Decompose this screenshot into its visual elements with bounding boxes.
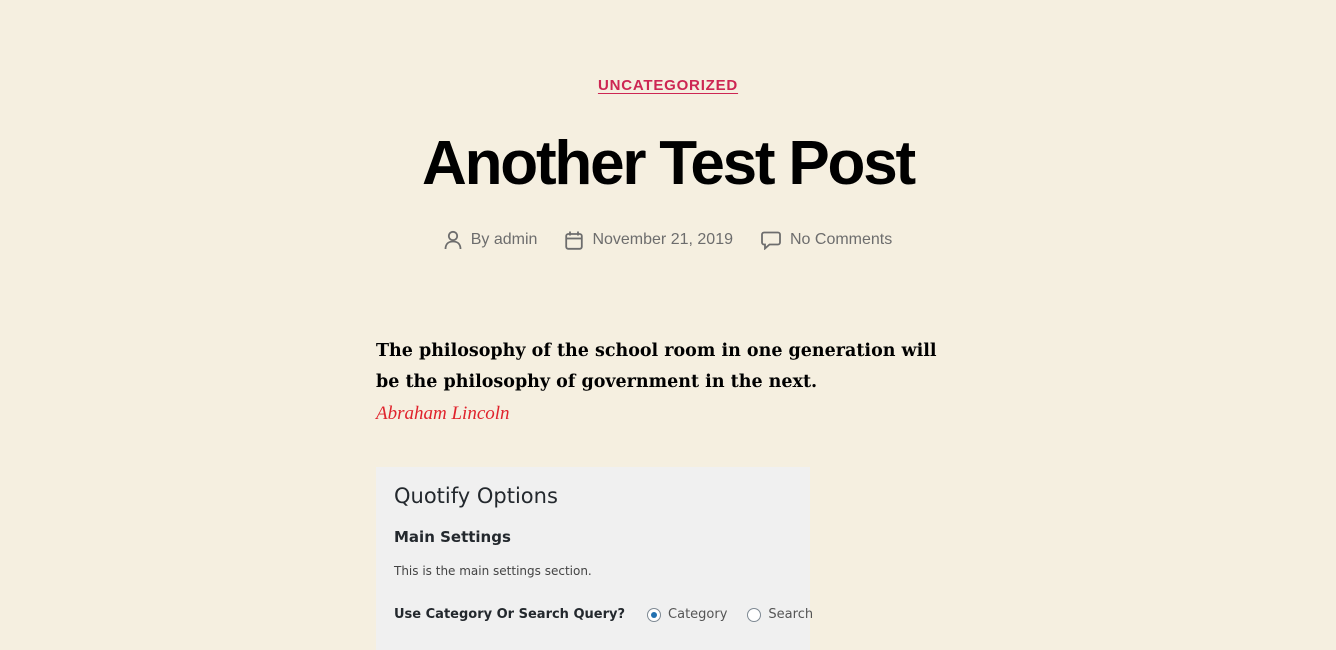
radio-option-category[interactable]: Category: [647, 606, 727, 624]
post-author: By admin: [444, 230, 538, 250]
quotify-options-panel: Quotify Options Main Settings This is th…: [376, 467, 813, 650]
quote-text: The philosophy of the school room in one…: [376, 341, 937, 392]
author-link[interactable]: By admin: [471, 231, 538, 249]
section-title: Main Settings: [394, 528, 511, 546]
post-meta: By admin November 21, 2019 No Comments: [0, 230, 1336, 250]
radio-option-search[interactable]: Search: [747, 606, 813, 624]
category-link[interactable]: UNCATEGORIZED: [598, 77, 738, 94]
post-date: November 21, 2019: [565, 231, 733, 250]
radio-label-category: Category: [668, 607, 728, 622]
query-type-field: Use Category Or Search Query? Category S…: [394, 606, 813, 624]
user-icon: [444, 230, 462, 250]
comment-bubble-icon: [761, 231, 781, 250]
category-radio[interactable]: [647, 608, 662, 622]
calendar-icon: [565, 231, 584, 250]
post-title: Another Test Post: [422, 129, 916, 198]
section-description: This is the main settings section.: [394, 564, 592, 578]
quote-author: Abraham Lincoln: [376, 403, 510, 424]
search-radio[interactable]: [747, 608, 762, 622]
comments-link[interactable]: No Comments: [790, 231, 892, 249]
field-label: Use Category Or Search Query?: [394, 607, 626, 622]
quote-block: The philosophy of the school room in one…: [376, 336, 966, 429]
post-category: UNCATEGORIZED: [0, 77, 1336, 95]
options-title: Quotify Options: [394, 484, 558, 508]
date-link[interactable]: November 21, 2019: [592, 231, 733, 249]
radio-label-search: Search: [768, 607, 814, 622]
post-comments: No Comments: [761, 231, 892, 250]
